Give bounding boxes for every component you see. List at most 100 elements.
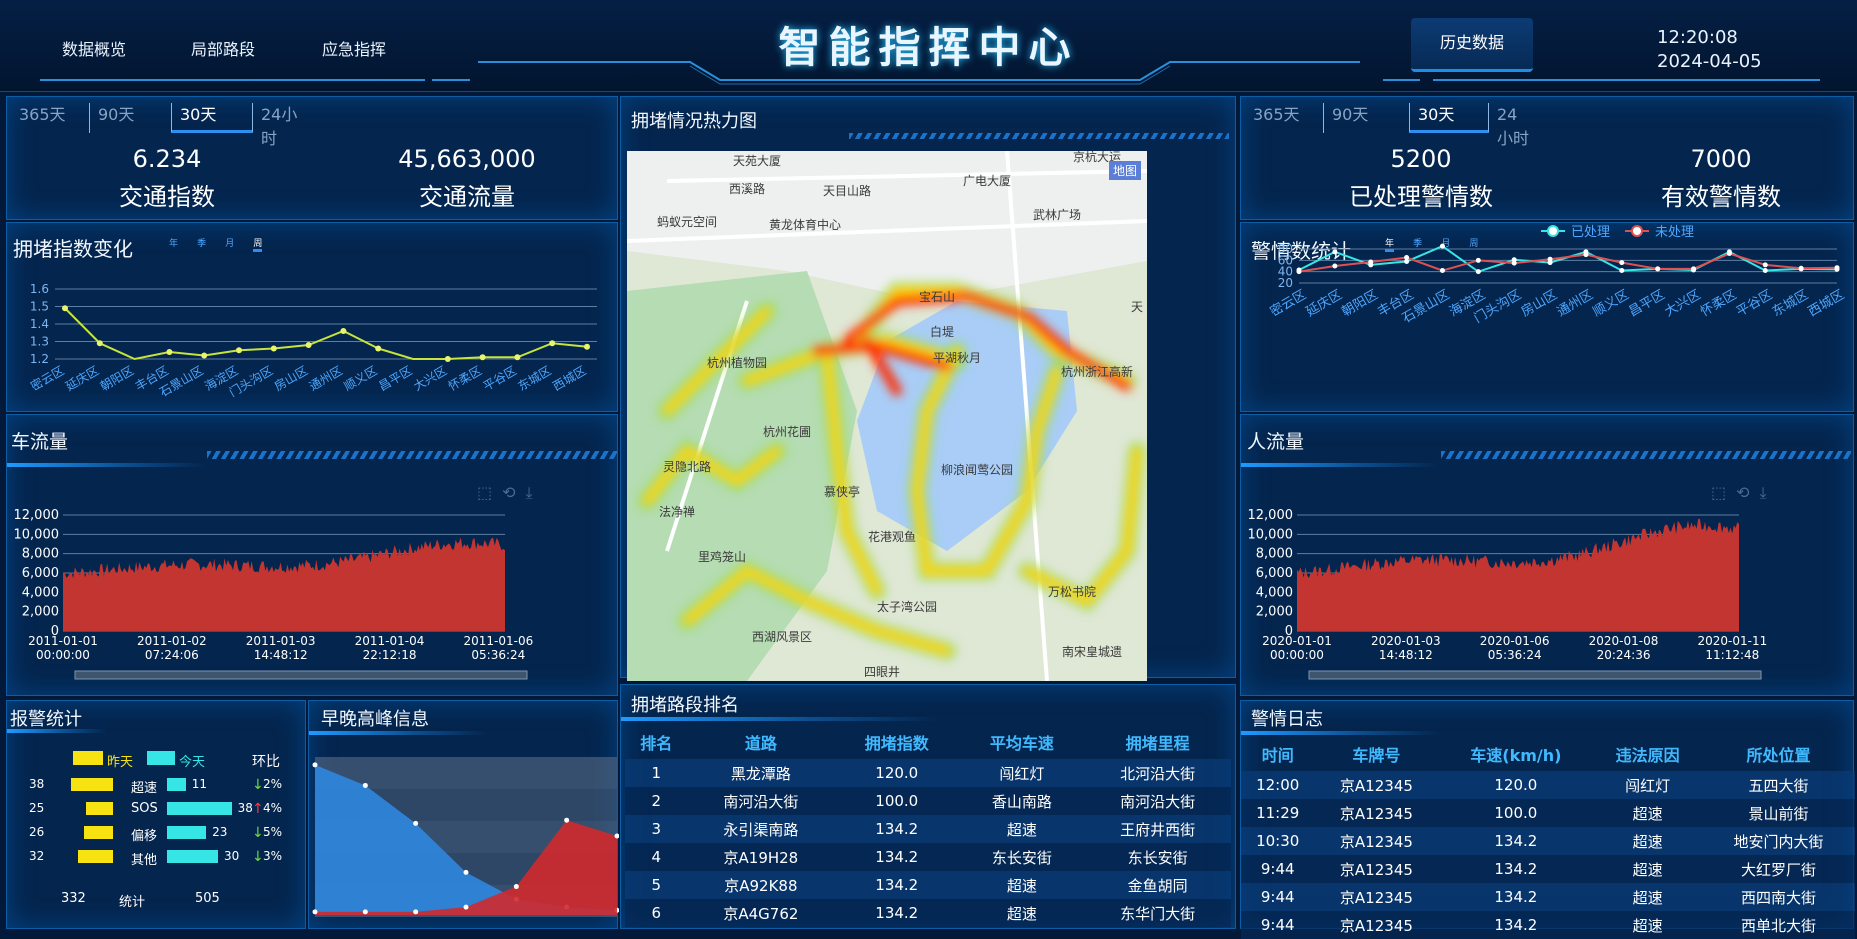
- tab-30d[interactable]: 30天: [171, 103, 253, 133]
- kpi-value: 5200: [1390, 145, 1452, 173]
- kpi-label: 交通流量: [419, 183, 515, 211]
- x-tick-label: 东城区: [1770, 287, 1811, 319]
- table-row[interactable]: 9:44 京A12345 134.2 超速 西单北大街: [1241, 911, 1855, 939]
- row-label: 偏移: [131, 829, 158, 844]
- heatmap-map[interactable]: 天苑大厦 西溪路 天目山路 广电大厦 京杭大运 蚂蚁元空间 黄龙体育中心 武林广场 宝石山 白堤平…: [627, 151, 1147, 681]
- table-row[interactable]: 4 京A19H28 134.2 东长安街 东长安街: [625, 843, 1231, 871]
- data-point: [305, 342, 312, 348]
- table-row[interactable]: 11:29 京A12345 100.0 超速 景山前街: [1241, 799, 1855, 827]
- x-tick-label-time: 14:48:12: [1379, 648, 1433, 662]
- people-flow-panel: 人流量 ⬚⟲⤓ 0 2,000 4,000 6,000 8,000 10,000 12,00…: [1240, 414, 1854, 696]
- map-place-label: 天目山路: [823, 183, 871, 198]
- table-cell: 京A12345: [1314, 911, 1439, 939]
- kpi-handled-alarms: 5200 已处理警情数: [1321, 145, 1521, 212]
- arrow-down-icon: ↓: [252, 849, 264, 865]
- column-header[interactable]: 车速(km/h): [1438, 737, 1593, 771]
- x-tick-label: 延庆区: [1304, 287, 1345, 319]
- map-place-label: 慕侠亭: [824, 484, 860, 499]
- table-row[interactable]: 6 京A4G762 134.2 超速 东华门大街: [625, 899, 1231, 927]
- clock: 12:20:08 2024-04-05: [1657, 26, 1762, 74]
- table-row[interactable]: 2 南河沿大街 100.0 香山南路 南河沿大街: [625, 787, 1231, 815]
- map-place-label: 太子湾公园: [877, 599, 937, 614]
- table-cell: 100.0: [1438, 799, 1594, 827]
- tab-30d[interactable]: 30天: [1409, 103, 1489, 133]
- tab-365d[interactable]: 365天: [1245, 103, 1308, 133]
- x-tick-label: 通州区: [1555, 287, 1596, 319]
- tab-90d[interactable]: 90天: [1323, 103, 1376, 133]
- table-cell: 东华门大街: [1084, 899, 1231, 927]
- table-cell: 地安门内大街: [1702, 827, 1855, 855]
- today-value: 11: [191, 777, 207, 791]
- column-header[interactable]: 排名: [625, 725, 688, 759]
- table-row[interactable]: 9:44 京A12345 134.2 超速 大红罗厂街: [1241, 855, 1855, 883]
- tab-90d[interactable]: 90天: [89, 103, 142, 133]
- data-point: [62, 305, 68, 312]
- table-cell: 3: [625, 815, 688, 843]
- map-type-badge[interactable]: 地图: [1108, 161, 1141, 180]
- y-tick-label: 8,000: [22, 547, 59, 562]
- x-tick-label: 房山区: [271, 363, 310, 394]
- tab-24h[interactable]: 24小时: [253, 103, 307, 148]
- arrow-up-icon: ↑: [252, 801, 264, 817]
- column-header[interactable]: 所处位置: [1702, 737, 1855, 771]
- table-cell: 超速: [1593, 855, 1703, 883]
- yesterday-bar: [71, 778, 113, 791]
- table-cell: 京A12345: [1314, 855, 1439, 883]
- ratio-header: 环比: [252, 754, 280, 770]
- x-tick-label: 东城区: [516, 363, 554, 393]
- data-point: [201, 352, 208, 359]
- column-header[interactable]: 拥堵指数: [834, 725, 959, 759]
- table-row[interactable]: 3 永引渠南路 134.2 超速 王府井西街: [625, 815, 1231, 843]
- x-tick-label-time: 00:00:00: [1270, 648, 1324, 662]
- table-cell: 134.2: [834, 899, 960, 927]
- column-header[interactable]: 违法原因: [1593, 737, 1702, 771]
- table-row[interactable]: 1 黑龙潭路 120.0 闯红灯 北河沿大街: [625, 759, 1231, 787]
- history-data-button[interactable]: 历史数据: [1411, 18, 1533, 72]
- zoom-slider: [74, 670, 528, 680]
- column-header[interactable]: 时间: [1241, 737, 1314, 771]
- x-tick-label: 密云区: [1267, 287, 1309, 320]
- x-tick-label-time: 05:36:24: [471, 648, 525, 662]
- x-tick-label: 大兴区: [411, 363, 449, 393]
- table-row[interactable]: 9:44 京A12345 134.2 超速 西四南大街: [1241, 883, 1855, 911]
- legend-today-swatch: [147, 751, 175, 765]
- map-place-label: 西湖风景区: [752, 629, 812, 644]
- table-cell: 京A12345: [1314, 827, 1439, 855]
- table-cell: 南河沿大街: [687, 787, 835, 815]
- tab-24h[interactable]: 24小时: [1489, 103, 1541, 148]
- data-point: [1762, 262, 1768, 268]
- tab-365d[interactable]: 365天: [11, 103, 74, 133]
- x-tick-label-time: 07:24:06: [145, 648, 199, 662]
- data-point: [166, 349, 173, 355]
- table-cell: 黑龙潭路: [687, 759, 835, 787]
- table-cell: 永引渠南路: [687, 815, 835, 843]
- data-point: [1726, 251, 1732, 257]
- x-tick-label: 顺义区: [342, 363, 380, 393]
- data-point: [1762, 268, 1768, 274]
- table-cell: 134.2: [1438, 827, 1594, 855]
- kpi-value: 45,663,000: [398, 145, 536, 173]
- column-header[interactable]: 车牌号: [1314, 737, 1438, 771]
- table-row[interactable]: 12:00 京A12345 120.0 闯红灯 五四大街: [1241, 771, 1855, 799]
- column-header[interactable]: 拥堵里程: [1084, 725, 1231, 759]
- data-point: [1798, 265, 1804, 271]
- decor-underline: [7, 729, 107, 733]
- data-point: [564, 817, 570, 823]
- table-cell: 南河沿大街: [1084, 787, 1231, 815]
- map-place-label: 白堤: [930, 324, 954, 339]
- column-header[interactable]: 平均车速: [959, 725, 1084, 759]
- table-cell: 9:44: [1241, 911, 1315, 939]
- today-bar: [167, 826, 207, 839]
- panel-title: 拥堵路段排名: [631, 695, 739, 716]
- x-tick-label: 朝阳区: [98, 363, 136, 393]
- x-tick-label: 平谷区: [481, 363, 519, 393]
- table-cell: 5: [625, 871, 688, 899]
- column-header[interactable]: 道路: [688, 725, 835, 759]
- map-place-label: 花港观鱼: [868, 529, 916, 544]
- legend-yesterday: 昨天: [107, 755, 134, 770]
- table-row[interactable]: 10:30 京A12345 134.2 超速 地安门内大街: [1241, 827, 1855, 855]
- yesterday-value: 38: [29, 777, 45, 791]
- car-flow-chart: 02,0004,0006,0008,00010,00012,0002011-01…: [14, 508, 533, 680]
- table-row[interactable]: 5 京A92K88 134.2 超速 金鱼胡同: [625, 871, 1231, 899]
- table-cell: 京A12345: [1314, 771, 1439, 799]
